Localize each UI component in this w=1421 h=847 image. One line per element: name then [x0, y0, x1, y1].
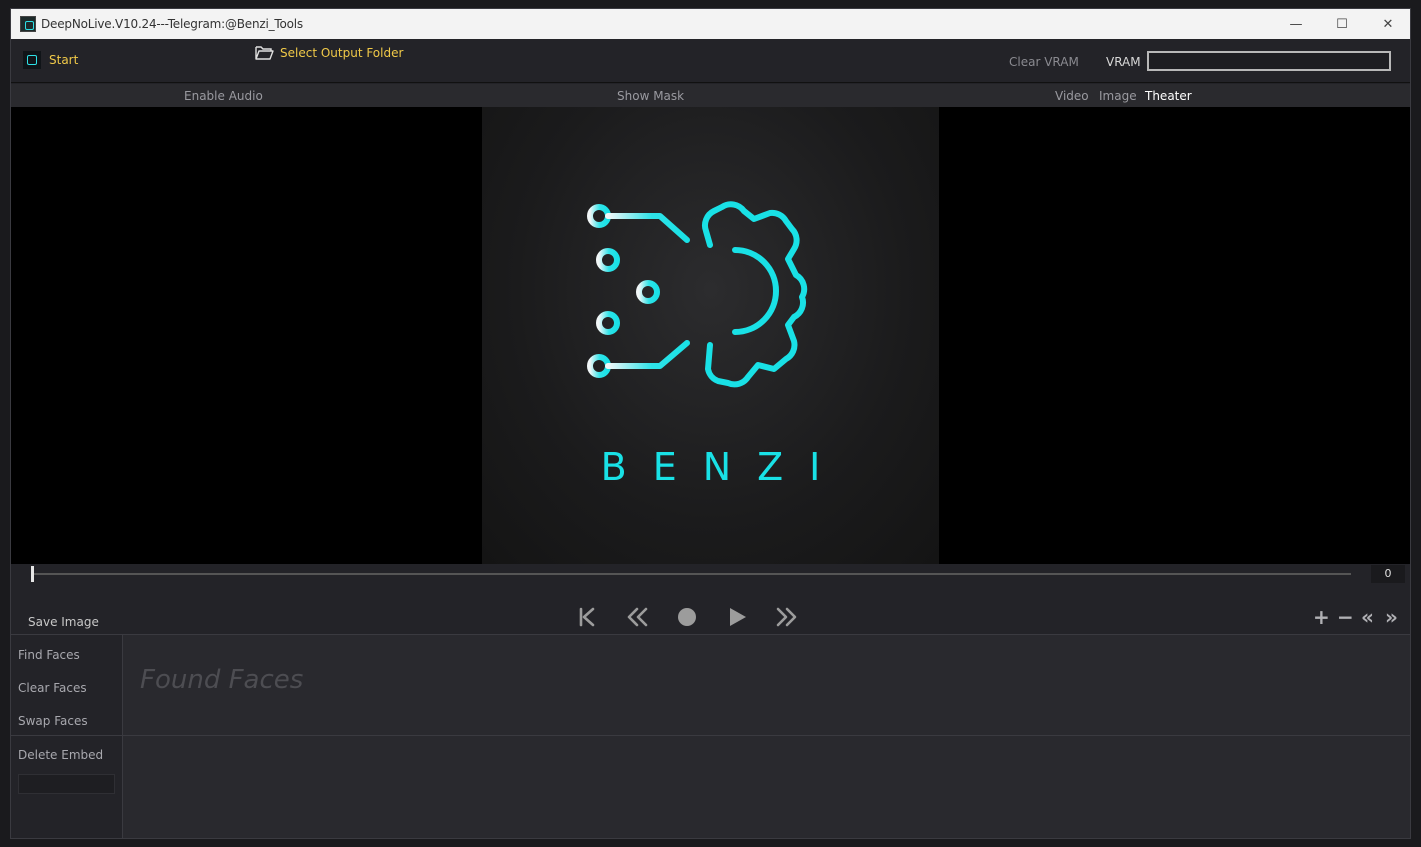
find-faces-button[interactable]: Find Faces	[18, 648, 80, 662]
tab-video[interactable]: Video	[1055, 89, 1089, 103]
delete-embed-button[interactable]: Delete Embed	[18, 748, 103, 762]
app-logo-icon	[20, 16, 36, 32]
prev-fast-button[interactable]: «	[1361, 607, 1374, 627]
select-output-folder-label: Select Output Folder	[280, 45, 404, 60]
zoom-in-button[interactable]: +	[1313, 607, 1330, 627]
timeline-handle[interactable]	[31, 566, 34, 582]
brand-text: BENZI	[600, 445, 847, 489]
preview-viewer[interactable]: BENZI	[11, 107, 1410, 564]
app-logo-icon	[23, 51, 41, 69]
clear-vram-button[interactable]: Clear VRAM	[1009, 55, 1079, 69]
benzi-logo-graphic	[587, 201, 808, 388]
vram-label: VRAM	[1106, 55, 1141, 69]
close-button[interactable]: ✕	[1365, 9, 1410, 39]
view-options-bar: Enable Audio Show Mask Video Image Theat…	[11, 84, 1410, 107]
start-button[interactable]: Start	[23, 51, 78, 69]
skip-to-start-button[interactable]	[574, 604, 600, 630]
playback-controls: Save Image + − « »	[11, 594, 1410, 635]
timeline-bar: 0	[11, 564, 1410, 594]
start-label: Start	[49, 53, 79, 67]
vram-usage-bar	[1147, 51, 1391, 71]
stop-icon	[678, 608, 696, 626]
zoom-out-button[interactable]: −	[1337, 607, 1354, 627]
minimize-button[interactable]: —	[1273, 9, 1319, 39]
maximize-button[interactable]: ☐	[1319, 9, 1365, 39]
show-mask-toggle[interactable]: Show Mask	[617, 89, 684, 103]
embeddings-panel[interactable]	[123, 736, 1410, 838]
title-bar: DeepNoLive.V10.24---Telegram:@Benzi_Tool…	[11, 9, 1410, 39]
frame-counter[interactable]: 0	[1371, 565, 1405, 583]
tab-theater[interactable]: Theater	[1145, 89, 1192, 103]
play-icon	[730, 608, 746, 626]
found-faces-placeholder: Found Faces	[140, 665, 304, 695]
preview-image: BENZI	[482, 107, 939, 564]
select-output-folder-button[interactable]: Select Output Folder	[255, 45, 403, 60]
found-faces-panel[interactable]: Found Faces	[123, 635, 1410, 736]
skip-to-start-icon	[579, 607, 595, 627]
rewind-icon	[627, 607, 648, 627]
tab-image[interactable]: Image	[1099, 89, 1137, 103]
fast-forward-icon	[776, 607, 797, 627]
main-toolbar: Start Select Output Folder Clear VRAM VR…	[11, 39, 1410, 83]
swap-faces-button[interactable]: Swap Faces	[18, 714, 88, 728]
folder-open-icon	[255, 46, 274, 60]
fast-forward-button[interactable]	[774, 604, 800, 630]
app-window: DeepNoLive.V10.24---Telegram:@Benzi_Tool…	[10, 8, 1411, 839]
clear-faces-button[interactable]: Clear Faces	[18, 681, 87, 695]
play-button[interactable]	[724, 604, 750, 630]
embed-name-field[interactable]	[18, 774, 115, 794]
enable-audio-toggle[interactable]: Enable Audio	[184, 89, 263, 103]
save-image-button[interactable]: Save Image	[28, 615, 99, 629]
next-fast-button[interactable]: »	[1385, 607, 1398, 627]
faces-sidebar: Find Faces Clear Faces Swap Faces	[11, 635, 123, 736]
rewind-button[interactable]	[624, 604, 650, 630]
timeline-track[interactable]	[33, 573, 1351, 575]
window-title: DeepNoLive.V10.24---Telegram:@Benzi_Tool…	[41, 17, 303, 31]
embed-sidebar: Delete Embed	[11, 736, 123, 838]
stop-button[interactable]	[674, 604, 700, 630]
